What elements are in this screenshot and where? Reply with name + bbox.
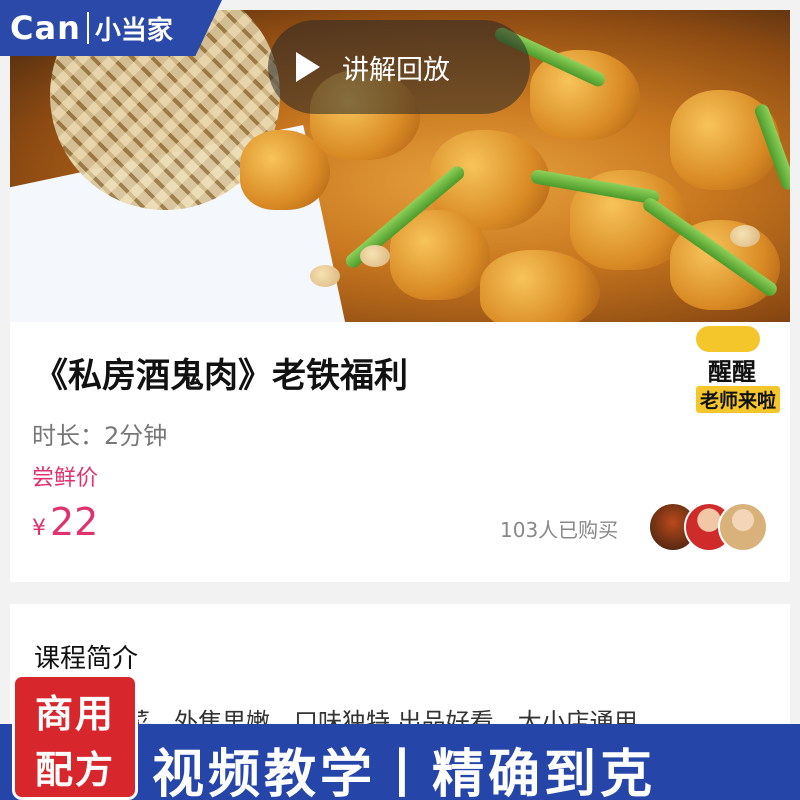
peanut	[310, 265, 340, 287]
replay-label: 讲解回放	[342, 54, 450, 86]
food-chunk	[480, 250, 600, 322]
avatar	[718, 502, 768, 552]
currency-symbol: ¥	[32, 516, 46, 541]
course-title: 《私房酒鬼肉》老铁福利	[34, 356, 408, 396]
stamp-line1: 商用	[34, 691, 115, 736]
course-price: ¥ 22	[32, 500, 98, 544]
badge-line1: 醒醒	[708, 358, 756, 386]
logo-separator	[86, 12, 89, 44]
play-icon	[296, 52, 320, 82]
logo-brand: Can	[10, 9, 81, 47]
banner-text: 视频教学丨精确到克	[152, 744, 657, 800]
teacher-badge: 醒醒 老师来啦	[682, 322, 800, 418]
replay-button[interactable]: 讲解回放	[268, 20, 530, 114]
course-duration: 时长：2分钟	[32, 422, 168, 450]
logo-name: 小当家	[94, 15, 173, 46]
peanut	[360, 245, 390, 267]
buyer-count: 103人已购买	[500, 518, 619, 542]
badge-line2: 老师来啦	[696, 386, 781, 413]
app-logo: Can 小当家	[0, 0, 222, 56]
badge-tag	[696, 326, 760, 352]
price-label: 尝鲜价	[32, 466, 99, 491]
course-info-card: 《私房酒鬼肉》老铁福利 时长：2分钟 尝鲜价 ¥ 22 103人已购买 醒醒 老…	[10, 322, 790, 582]
intro-heading: 课程简介	[34, 644, 139, 674]
stamp-line2: 配方	[34, 747, 115, 792]
commercial-recipe-stamp: 商用 配方	[12, 674, 138, 800]
price-amount: 22	[50, 500, 99, 544]
peanut	[730, 225, 760, 247]
buyer-avatars[interactable]	[648, 502, 768, 554]
